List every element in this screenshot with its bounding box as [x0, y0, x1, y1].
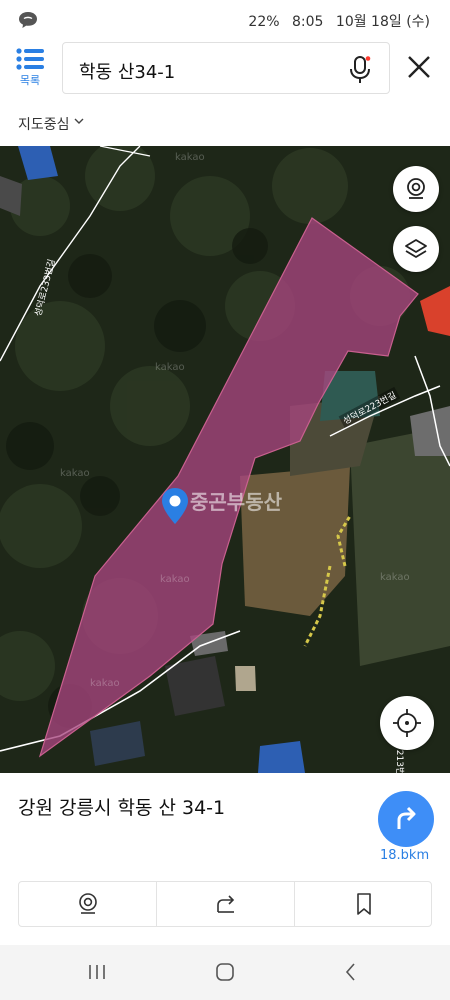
current-location-button[interactable] — [380, 696, 434, 750]
map-view[interactable]: kakao kakao kakao kakao kakao kakao 성덕로2… — [0, 146, 450, 773]
battery-text: 22% — [248, 14, 280, 30]
satellite-imagery — [0, 146, 450, 773]
recent-apps-icon[interactable] — [84, 959, 110, 985]
map-center-selector[interactable]: 지도중심 — [0, 104, 450, 146]
roadview-camera-icon — [407, 178, 425, 199]
map-watermark: kakao — [90, 678, 120, 689]
list-icon — [16, 48, 44, 70]
bookmark-button[interactable] — [295, 882, 433, 926]
roadview-action-button[interactable] — [19, 882, 157, 926]
overlay-watermark-text: 중곤부동산 — [190, 490, 282, 514]
bookmark-icon — [357, 893, 371, 915]
search-header: 목록 학동 산34-1 — [0, 40, 450, 98]
share-button[interactable] — [157, 882, 295, 926]
route-arrow-icon — [397, 806, 416, 829]
search-query-text: 학동 산34-1 — [79, 62, 176, 83]
system-nav-bar — [0, 945, 450, 1000]
map-watermark: kakao — [155, 362, 185, 373]
date-text: 10월 18일 (수) — [335, 14, 430, 30]
layers-icon — [405, 239, 427, 258]
back-icon[interactable] — [338, 959, 364, 985]
microphone-icon[interactable] — [349, 56, 371, 84]
status-right: 22% 8:05 10월 18일 (수) — [240, 11, 430, 31]
roadview-camera-icon — [79, 893, 97, 914]
close-icon[interactable] — [404, 52, 434, 82]
place-address: 강원 강릉시 학동 산 34-1 — [18, 797, 226, 819]
home-icon[interactable] — [212, 959, 238, 985]
map-watermark: kakao — [160, 574, 190, 585]
current-location-icon — [393, 709, 421, 737]
chevron-down-icon — [74, 118, 84, 124]
building-roof — [258, 741, 305, 773]
road-label: 213번 — [394, 749, 405, 773]
list-menu-button[interactable]: 목록 — [12, 48, 48, 94]
status-bar: 22% 8:05 10월 18일 (수) — [0, 0, 450, 40]
list-menu-label: 목록 — [19, 74, 41, 87]
layers-button[interactable] — [393, 226, 439, 272]
place-action-bar — [18, 881, 432, 927]
map-center-label: 지도중심 — [18, 117, 70, 133]
share-icon — [217, 895, 235, 913]
farmland — [350, 426, 450, 666]
route-button[interactable] — [378, 791, 434, 847]
time-text: 8:05 — [292, 14, 324, 30]
location-pin-icon[interactable] — [159, 486, 191, 532]
place-info-panel: 강원 강릉시 학동 산 34-1 18.bkm — [0, 773, 450, 945]
chat-bubble-icon — [19, 12, 37, 28]
building-roof — [235, 666, 256, 691]
map-watermark: kakao — [60, 468, 90, 479]
roadview-button[interactable] — [393, 166, 439, 212]
search-input[interactable]: 학동 산34-1 — [62, 42, 390, 94]
map-watermark: kakao — [175, 152, 205, 163]
distance-text: 18.bkm — [380, 848, 430, 863]
map-watermark: kakao — [380, 572, 410, 583]
